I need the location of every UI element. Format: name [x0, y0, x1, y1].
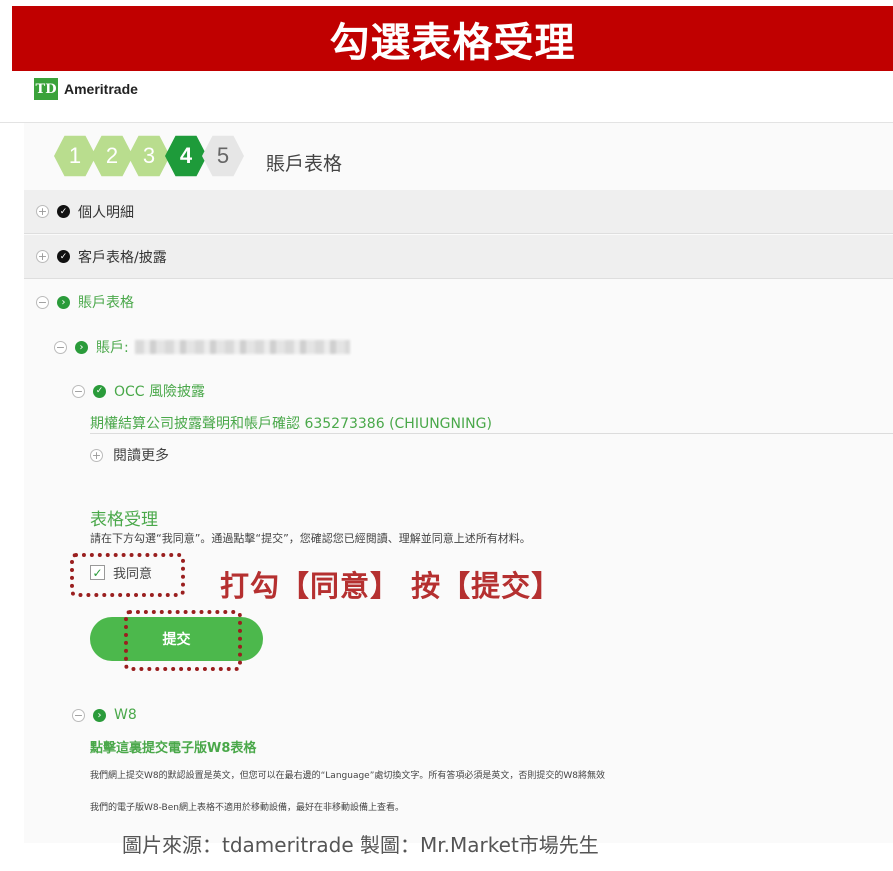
image-credit: 圖片來源：tdameritrade 製圖：Mr.Market市場先生 — [122, 833, 599, 857]
minus-circle-icon[interactable]: − — [72, 384, 85, 398]
section-account-forms[interactable]: − › 賬戶表格 — [24, 280, 893, 324]
step-3[interactable]: 3 — [128, 135, 170, 177]
document-divider — [90, 433, 893, 434]
read-more-toggle[interactable]: + 閱讀更多 — [90, 445, 169, 465]
brand-logo[interactable]: TD Ameritrade — [34, 78, 138, 100]
arrow-right-circle-icon: › — [93, 708, 106, 722]
redacted-account-number — [134, 340, 350, 354]
section-customer-forms[interactable]: + ✓ 客戶表格/披露 — [24, 235, 893, 279]
section-label: 賬戶表格 — [78, 295, 134, 311]
check-circle-icon: ✓ — [57, 205, 70, 218]
section-personal-details[interactable]: + ✓ 個人明細 — [24, 190, 893, 234]
account-label: 賬戶: — [96, 340, 129, 356]
annotation-highlight-agree — [70, 553, 185, 597]
step-1[interactable]: 1 — [54, 135, 96, 177]
plus-circle-icon[interactable]: + — [36, 250, 49, 263]
step-title: 賬戶表格 — [266, 153, 343, 175]
read-more-label: 閱讀更多 — [113, 448, 169, 464]
plus-circle-icon: + — [90, 448, 103, 462]
step-5: 5 — [202, 135, 244, 177]
application-panel: 1 2 3 4 5 賬戶表格 + ✓ 個人明細 + ✓ 客戶表格/披露 − › … — [24, 123, 893, 843]
annotation-instruction: 打勾【同意】 按【提交】 — [220, 569, 562, 603]
step-4-current[interactable]: 4 — [165, 135, 207, 177]
section-label: 個人明細 — [78, 204, 134, 221]
step-2[interactable]: 2 — [91, 135, 133, 177]
subsection-occ-disclosure[interactable]: − ✓ OCC 風險披露 — [24, 369, 893, 413]
arrow-right-circle-icon: › — [57, 295, 70, 309]
w8-label: W8 — [114, 707, 137, 723]
check-circle-icon: ✓ — [57, 250, 70, 263]
minus-circle-icon[interactable]: − — [36, 295, 49, 309]
section-label: 客戶表格/披露 — [78, 249, 167, 266]
occ-document-link[interactable]: 期權結算公司披露聲明和帳戶確認 635273386 (CHIUNGNING) — [90, 413, 492, 433]
plus-circle-icon[interactable]: + — [36, 205, 49, 218]
w8-mobile-note: 我們的電子版W8-Ben網上表格不適用於移動設備，最好在非移動設備上查看。 — [90, 803, 404, 813]
subsection-account[interactable]: − › 賬戶: — [24, 325, 893, 369]
step-indicator: 1 2 3 4 5 — [54, 133, 244, 179]
arrow-right-circle-icon: › — [75, 340, 88, 354]
w8-language-note: 我們網上提交W8的默認設置是英文，但您可以在最右邊的“Language”處切換文… — [90, 771, 605, 781]
brand-name: Ameritrade — [64, 81, 138, 97]
banner-title: 勾選表格受理 — [329, 19, 576, 66]
check-circle-icon: ✓ — [93, 384, 106, 398]
w8-submit-link[interactable]: 點擊這裏提交電子版W8表格 — [90, 737, 256, 756]
td-logo-mark: TD — [34, 78, 58, 100]
annotation-highlight-submit — [124, 610, 242, 671]
minus-circle-icon[interactable]: − — [72, 708, 85, 722]
occ-label: OCC 風險披露 — [114, 384, 206, 400]
minus-circle-icon[interactable]: − — [54, 340, 67, 354]
form-accept-description: 請在下方勾選“我同意”。通過點擊“提交”，您確認您已經閱讀、理解並同意上述所有材… — [90, 532, 531, 545]
subsection-w8[interactable]: − › W8 — [24, 693, 893, 737]
title-banner: 勾選表格受理 — [12, 6, 893, 71]
form-accept-title: 表格受理 — [90, 510, 158, 530]
